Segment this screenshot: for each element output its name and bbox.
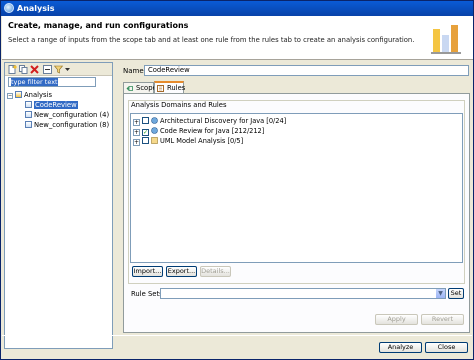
config-icon	[25, 111, 32, 118]
rule-sets-select[interactable]: ▼	[160, 288, 446, 299]
rule-item[interactable]: + Architectural Discovery for Java [0/24]	[133, 117, 286, 126]
close-button[interactable]: Close	[425, 342, 468, 353]
new-config-icon[interactable]	[8, 65, 17, 74]
delete-icon[interactable]	[30, 65, 39, 74]
banner-description: Select a range of inputs from the scope …	[8, 36, 415, 44]
rule-checkbox[interactable]	[142, 117, 149, 124]
apply-button: Apply	[375, 314, 418, 325]
domain-icon	[151, 127, 158, 134]
tree-item-label: CodeReview	[34, 101, 78, 109]
tree-item-label: Analysis	[24, 91, 53, 99]
tab-scope[interactable]: Scope	[123, 82, 157, 93]
filter-input[interactable]: type filter text	[8, 77, 96, 87]
tab-label: Rules	[167, 84, 186, 92]
export-button[interactable]: Export...	[166, 266, 197, 277]
rules-icon	[157, 85, 164, 92]
tree-item-new-config-8[interactable]: New_configuration (8)	[25, 121, 109, 130]
rule-label: Code Review for Java [212/212]	[160, 127, 265, 135]
header-banner: Create, manage, and run configurations S…	[2, 16, 473, 60]
config-editor: Name: CodeReview Scope Rules Analysis Do…	[119, 62, 471, 333]
tree-item-label: New_configuration (4)	[34, 111, 110, 119]
rule-label: UML Model Analysis [0/5]	[160, 137, 244, 145]
rule-checkbox[interactable]	[142, 137, 149, 144]
config-icon	[25, 101, 32, 108]
scope-icon	[126, 86, 133, 91]
analysis-icon	[15, 91, 22, 98]
window-title: Analysis	[17, 4, 55, 13]
analysis-dialog: Analysis Create, manage, and run configu…	[0, 0, 474, 360]
domain-icon	[151, 117, 158, 124]
duplicate-icon[interactable]	[19, 65, 28, 74]
banner-heading: Create, manage, and run configurations	[8, 21, 189, 30]
name-input[interactable]: CodeReview	[144, 65, 469, 76]
import-button[interactable]: Import...	[132, 266, 163, 277]
rules-panel: Analysis Domains and Rules + Architectura…	[123, 93, 470, 333]
details-button: Details...	[200, 266, 231, 277]
revert-button: Revert	[421, 314, 464, 325]
chevron-down-icon[interactable]: ▼	[436, 289, 445, 298]
rule-label: Architectural Discovery for Java [0/24]	[160, 117, 287, 125]
chevron-down-icon[interactable]	[63, 65, 72, 74]
rule-item[interactable]: + ✓ Code Review for Java [212/212]	[133, 127, 264, 136]
expand-icon[interactable]: +	[133, 129, 140, 136]
domain-icon	[151, 137, 158, 144]
expand-icon[interactable]: +	[133, 139, 140, 146]
tree-item-analysis[interactable]: − Analysis	[7, 91, 52, 100]
tree-item-new-config-4[interactable]: New_configuration (4)	[25, 111, 109, 120]
tree-item-codereview[interactable]: CodeReview	[25, 101, 78, 110]
expand-icon[interactable]: +	[133, 119, 140, 126]
config-icon	[25, 121, 32, 128]
app-icon	[4, 3, 14, 13]
config-toolbar	[5, 63, 112, 76]
set-button[interactable]: Set	[448, 288, 464, 299]
group-title: Analysis Domains and Rules	[130, 101, 228, 109]
configurations-panel: type filter text − Analysis CodeReview Ne…	[4, 62, 113, 349]
name-label: Name:	[123, 67, 147, 75]
analyze-button[interactable]: Analyze	[379, 342, 422, 353]
collapse-toggle-icon[interactable]: −	[7, 93, 13, 99]
analysis-chart-icon	[431, 25, 461, 54]
title-bar: Analysis	[1, 1, 473, 16]
filter-icon[interactable]	[54, 65, 63, 74]
rules-tree: + Architectural Discovery for Java [0/24]…	[130, 113, 463, 263]
tab-rules[interactable]: Rules	[154, 81, 186, 93]
tree-item-label: New_configuration (8)	[34, 121, 110, 129]
rule-item[interactable]: + UML Model Analysis [0/5]	[133, 137, 243, 146]
collapse-all-icon[interactable]	[43, 65, 52, 74]
rule-checkbox-checked[interactable]: ✓	[142, 129, 149, 136]
filter-text: type filter text	[11, 78, 58, 86]
footer-separator	[2, 335, 472, 336]
